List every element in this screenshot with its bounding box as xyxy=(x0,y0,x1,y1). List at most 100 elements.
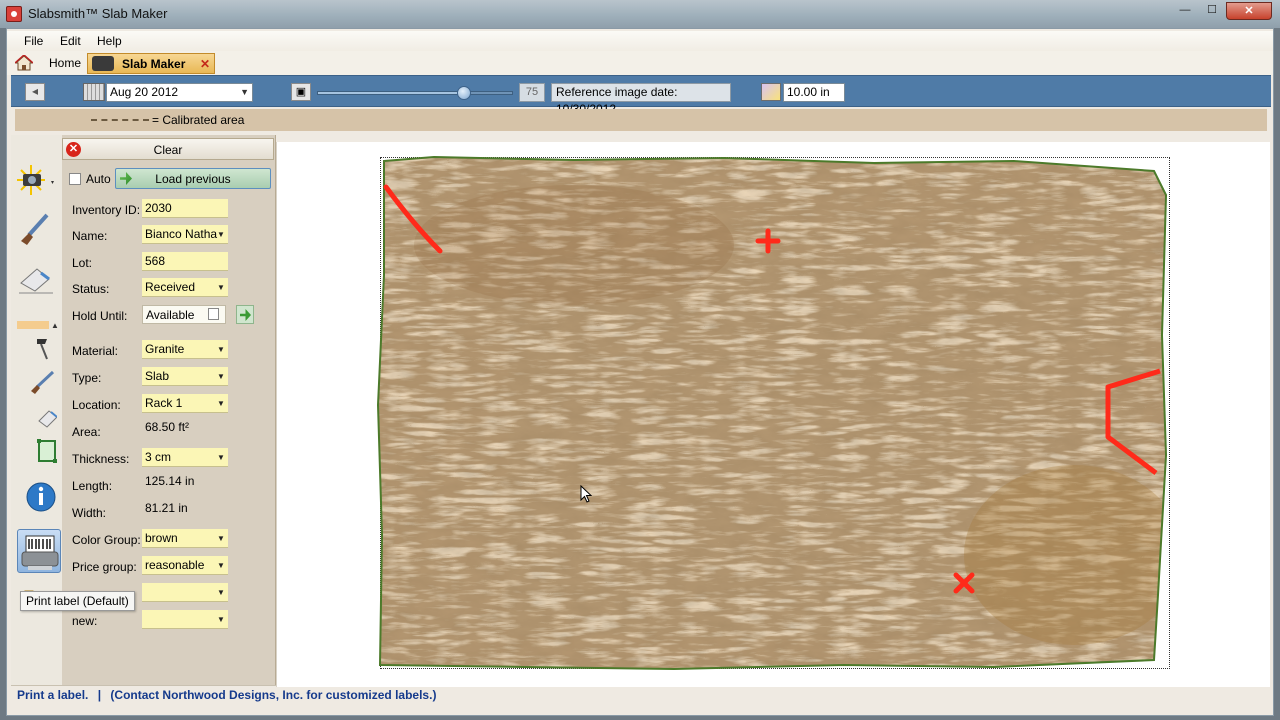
fine-brush-icon[interactable] xyxy=(17,335,57,363)
field-status: Status: Received ▼ xyxy=(62,278,274,300)
status-separator: | xyxy=(97,688,102,702)
chevron-down-icon[interactable]: ▼ xyxy=(214,529,228,548)
calendar-icon[interactable] xyxy=(208,308,219,320)
field-new: new: ▼ xyxy=(62,610,274,632)
image-date-value: Aug 20 2012 xyxy=(110,85,179,99)
status-right-text: (Contact Northwood Designs, Inc. for cus… xyxy=(110,688,437,702)
chevron-down-icon: ▼ xyxy=(240,87,249,97)
chevron-down-icon[interactable]: ▼ xyxy=(214,583,228,602)
info-icon[interactable] xyxy=(17,479,57,515)
load-previous-label: Load previous xyxy=(155,172,231,186)
chevron-down-icon[interactable]: ▼ xyxy=(214,448,228,467)
thickness-label: Thickness: xyxy=(72,452,130,466)
image-date-select[interactable]: Aug 20 2012 ▼ xyxy=(106,83,253,102)
length-value: 125.14 in xyxy=(145,474,195,488)
hold-apply-button[interactable] xyxy=(236,305,254,324)
material-label: Material: xyxy=(72,344,119,358)
field-lot: Lot: 568 xyxy=(62,252,274,274)
camera-slab-icon xyxy=(92,56,114,71)
length-label: Length: xyxy=(72,479,113,493)
tool-divider xyxy=(17,321,49,329)
image-toolbar: ◂ Aug 20 2012 ▼ ▣ 75 Reference image dat… xyxy=(11,75,1271,116)
field-material: Material: Granite ▼ xyxy=(62,340,274,362)
field-thickness: Thickness: 3 cm ▼ xyxy=(62,448,274,470)
window-title: Slabsmith™ Slab Maker xyxy=(28,6,168,21)
field-name: Name: Bianco Natha ▼ xyxy=(62,225,274,247)
price-group-label: Price group: xyxy=(72,560,137,574)
calendar-icon[interactable] xyxy=(83,83,105,101)
calibrated-area-label: = Calibrated area xyxy=(152,113,245,127)
clear-button-label: Clear xyxy=(153,143,183,157)
ruler-icon[interactable] xyxy=(761,83,781,101)
inventory-id-input[interactable]: 2030 xyxy=(142,199,228,218)
type-label: Type: xyxy=(72,371,102,385)
chevron-down-icon[interactable]: ▼ xyxy=(214,610,228,629)
maximize-button[interactable]: ☐ xyxy=(1199,2,1225,20)
brightness-slider[interactable] xyxy=(317,86,513,100)
clear-button[interactable]: ✕ Clear xyxy=(62,138,274,160)
field-hold-until: Hold Until: Available xyxy=(62,305,274,327)
small-brush-icon[interactable] xyxy=(17,369,57,397)
slabsmith-app-icon xyxy=(6,6,22,22)
color-group-label: Color Group: xyxy=(72,533,141,547)
print-label-tooltip: Print label (Default) xyxy=(20,591,135,611)
scroll-up-icon[interactable]: ▲ xyxy=(51,321,61,331)
tab-home-label: Home xyxy=(49,56,82,70)
reference-image-date: Reference image date: 10/30/2012 xyxy=(551,83,731,116)
menu-help[interactable]: Help xyxy=(97,34,122,48)
calibration-legend-bar: = Calibrated area xyxy=(15,109,1267,131)
area-label: Area: xyxy=(72,425,101,439)
auto-checkbox-label: Auto xyxy=(86,172,111,186)
tab-home[interactable]: Home xyxy=(11,53,85,74)
chevron-down-icon[interactable]: ▼ xyxy=(214,340,228,359)
location-label: Location: xyxy=(72,398,121,412)
crop-icon[interactable] xyxy=(17,437,57,465)
new-label: new: xyxy=(72,614,98,628)
minimize-button[interactable]: — xyxy=(1172,2,1198,20)
tab-slab-maker-label: Slab Maker xyxy=(122,57,186,71)
calibrated-area-dashes xyxy=(91,119,149,121)
chevron-down-icon[interactable]: ▼ xyxy=(214,367,228,386)
menu-edit[interactable]: Edit xyxy=(60,34,81,48)
camera-icon[interactable]: ▣ xyxy=(291,83,311,101)
slider-value-field[interactable]: 75 xyxy=(519,83,545,102)
title-bar: Slabsmith™ Slab Maker — ☐ ✕ xyxy=(0,0,1280,28)
small-eraser-icon[interactable] xyxy=(17,403,58,431)
home-icon xyxy=(15,55,33,71)
mouse-cursor-icon xyxy=(580,485,592,503)
tab-close-icon[interactable]: ✕ xyxy=(200,54,210,74)
name-label: Name: xyxy=(72,229,108,243)
field-color-group: Color Group: brown ▼ xyxy=(62,529,274,551)
field-length: Length: 125.14 in xyxy=(62,474,274,497)
camera-settings-icon[interactable] xyxy=(17,163,57,199)
chevron-down-icon[interactable]: ▼ xyxy=(214,556,228,575)
width-value: 81.21 in xyxy=(145,501,188,515)
field-location: Location: Rack 1 ▼ xyxy=(62,394,274,416)
auto-checkbox[interactable] xyxy=(69,173,81,185)
back-button[interactable]: ◂ xyxy=(25,83,45,101)
field-type: Type: Slab ▼ xyxy=(62,367,274,389)
status-bar: Print a label. | (Contact Northwood Desi… xyxy=(11,685,1269,705)
field-width: Width: 81.21 in xyxy=(62,501,274,524)
menu-file[interactable]: File xyxy=(24,34,43,48)
field-inventory-id: Inventory ID: 2030 xyxy=(62,199,274,221)
slider-thumb[interactable] xyxy=(456,86,471,100)
paint-brush-icon[interactable] xyxy=(17,211,57,247)
menu-bar: File Edit Help xyxy=(7,31,1273,51)
chevron-down-icon[interactable]: ▼ xyxy=(214,278,228,297)
width-label: Width: xyxy=(72,506,107,520)
eraser-icon[interactable] xyxy=(17,261,57,297)
load-previous-button[interactable]: Load previous xyxy=(115,168,271,189)
field-price-group: Price group: reasonable ▼ xyxy=(62,556,274,578)
slab-photo[interactable] xyxy=(374,155,1174,675)
lot-input[interactable]: 568 xyxy=(142,252,228,271)
barcode-printer-icon[interactable] xyxy=(17,529,61,573)
close-window-button[interactable]: ✕ xyxy=(1226,2,1272,20)
area-value: 68.50 ft² xyxy=(145,420,190,434)
chevron-down-icon[interactable]: ▼ xyxy=(214,394,228,413)
hold-until-label: Hold Until: xyxy=(72,309,128,323)
chevron-down-icon[interactable]: ▼ xyxy=(214,225,228,244)
thickness-input[interactable]: 10.00 in xyxy=(783,83,845,102)
tab-slab-maker[interactable]: Slab Maker ✕ xyxy=(87,53,215,74)
lot-label: Lot: xyxy=(72,256,93,270)
